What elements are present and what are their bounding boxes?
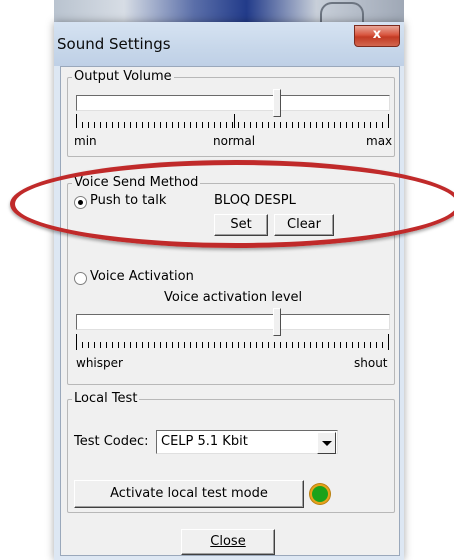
chevron-down-icon[interactable] (317, 432, 336, 454)
local-test-label: Local Test (72, 391, 140, 406)
voice-activation-label[interactable]: Voice Activation (90, 269, 194, 284)
window-close-button[interactable]: x (354, 25, 400, 47)
close-icon: x (372, 27, 382, 42)
hotkey-value: BLOQ DESPL (214, 193, 296, 208)
output-volume-label: Output Volume (72, 69, 174, 84)
voice-send-method-label: Voice Send Method (72, 175, 201, 190)
window-title: Sound Settings (57, 35, 171, 53)
voice-activation-slider-track[interactable] (76, 314, 390, 330)
whisper-label: whisper (76, 356, 123, 370)
title-bar[interactable]: Sound Settings x (54, 22, 404, 66)
output-volume-normal-label: normal (213, 134, 256, 148)
voice-activation-level-label: Voice activation level (164, 290, 303, 305)
background-window-strip (54, 0, 404, 24)
test-codec-select[interactable]: CELP 5.1 Kbit (156, 430, 338, 454)
voice-activation-tick-max (388, 334, 389, 350)
dialog-client-area: Output Volume min normal max Voice Send … (60, 66, 400, 556)
voice-activation-radio[interactable] (74, 272, 87, 285)
close-button[interactable]: Close (181, 529, 275, 555)
output-volume-max-label: max (366, 134, 393, 148)
output-volume-slider-track[interactable] (76, 95, 390, 111)
shout-label: shout (354, 356, 388, 370)
voice-activation-slider-thumb[interactable] (272, 308, 281, 336)
test-codec-value: CELP 5.1 Kbit (161, 434, 248, 449)
push-to-talk-radio[interactable] (74, 196, 87, 209)
voice-activation-ticks (76, 342, 390, 348)
test-codec-label: Test Codec: (74, 434, 149, 449)
output-volume-ticks (76, 122, 390, 128)
local-test-group: Local Test Test Codec: CELP 5.1 Kbit Act… (67, 391, 395, 513)
voice-send-method-group: Voice Send Method Push to talk BLOQ DESP… (67, 175, 395, 385)
output-volume-tick-max (388, 114, 389, 128)
output-volume-slider-thumb[interactable] (272, 89, 281, 117)
output-volume-tick-mid (234, 114, 235, 128)
clear-hotkey-button[interactable]: Clear (274, 214, 334, 236)
status-light-icon (310, 484, 330, 504)
activate-local-test-button[interactable]: Activate local test mode (74, 480, 304, 508)
push-to-talk-label[interactable]: Push to talk (90, 193, 166, 208)
output-volume-group: Output Volume min normal max (67, 69, 395, 157)
set-hotkey-button[interactable]: Set (214, 214, 268, 236)
output-volume-min-label: min (74, 134, 97, 148)
sound-settings-window: Sound Settings x Output Volume min norma… (54, 22, 404, 560)
